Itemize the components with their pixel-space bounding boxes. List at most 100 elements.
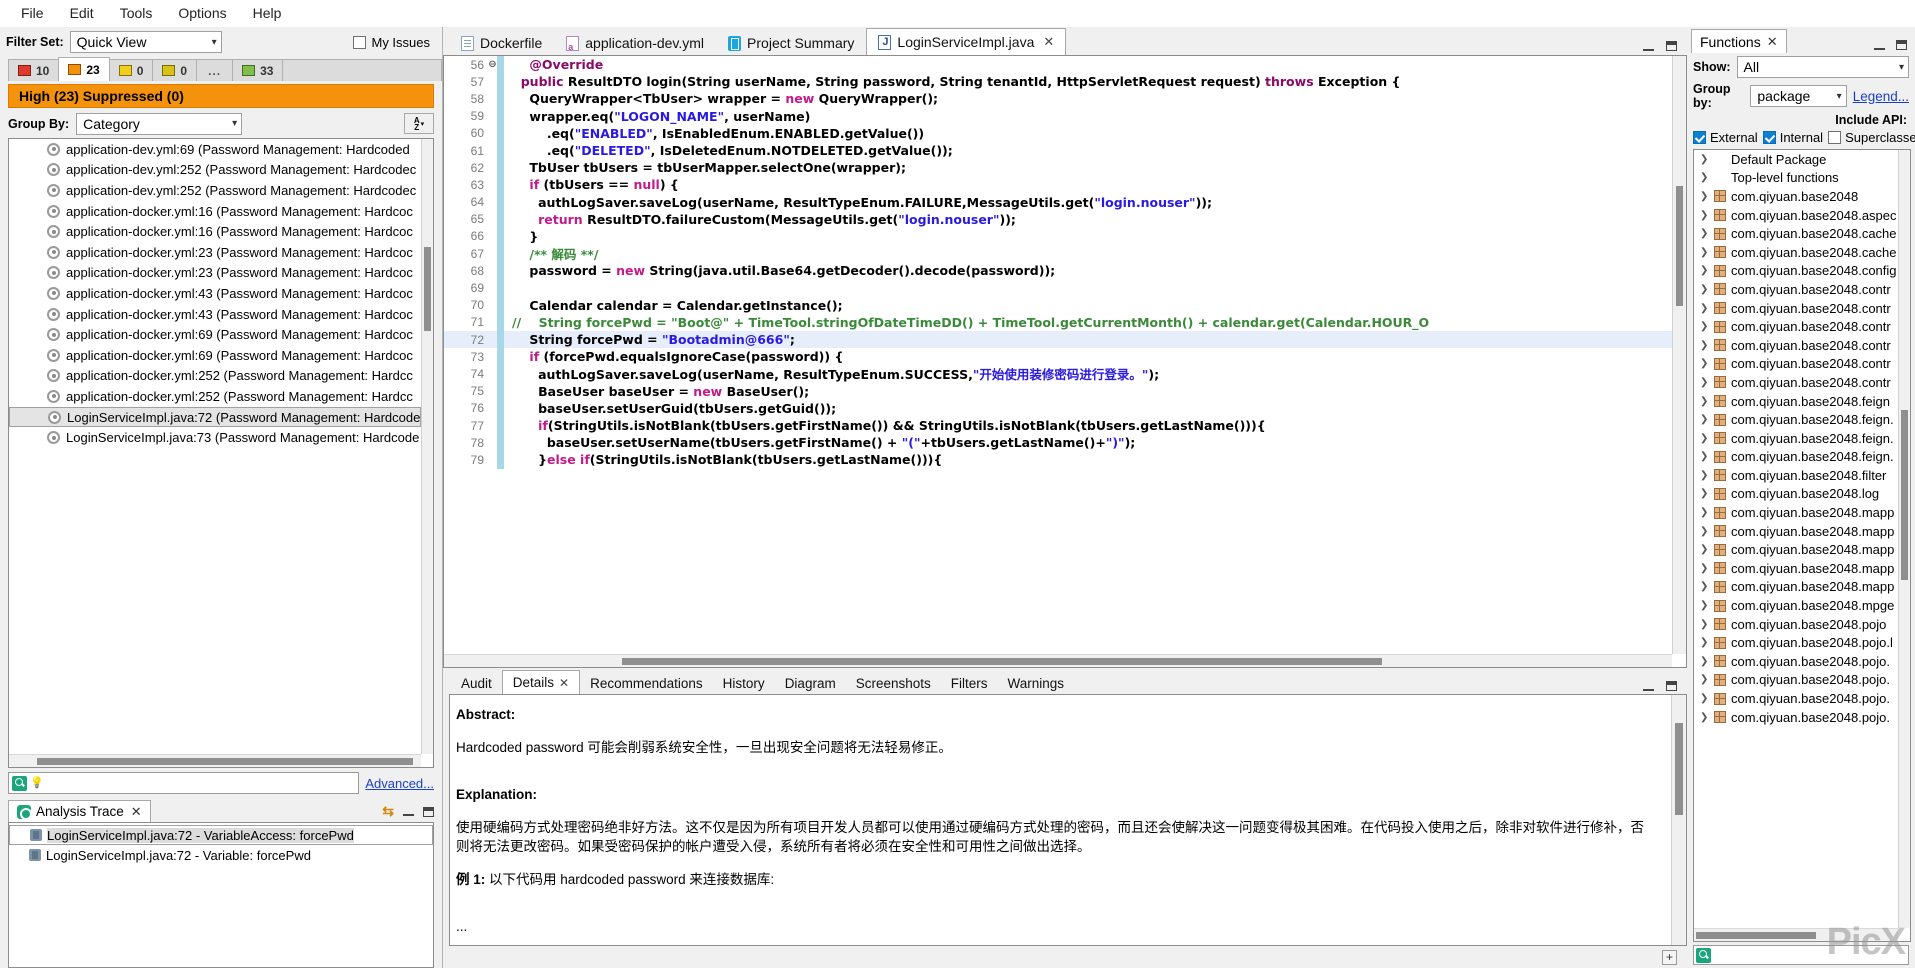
- zoom-in-button[interactable]: +: [1662, 949, 1677, 965]
- chevron-right-icon[interactable]: ❯: [1700, 600, 1714, 611]
- details-tab-recommendations[interactable]: Recommendations: [580, 672, 713, 694]
- scrollbar-thumb[interactable]: [424, 247, 431, 331]
- close-icon[interactable]: ✕: [559, 676, 569, 690]
- chevron-right-icon[interactable]: ❯: [1700, 526, 1714, 537]
- functions-tree-item[interactable]: ❯ com.qiyuan.base2048.mpge: [1694, 596, 1898, 615]
- checkbox-external[interactable]: External: [1693, 130, 1758, 145]
- functions-tree-item[interactable]: ❯ com.qiyuan.base2048.pojo.: [1694, 708, 1898, 727]
- chevron-right-icon[interactable]: ❯: [1700, 451, 1714, 462]
- details-tab-details[interactable]: Details ✕: [501, 670, 581, 694]
- functions-tree-item[interactable]: ❯ com.qiyuan.base2048.mapp: [1694, 578, 1898, 597]
- severity-tab-more[interactable]: ...: [196, 59, 234, 81]
- chevron-right-icon[interactable]: ❯: [1700, 228, 1714, 239]
- functions-tree-item[interactable]: ❯ com.qiyuan.base2048.filter: [1694, 466, 1898, 485]
- details-tab-audit[interactable]: Audit: [451, 672, 502, 694]
- functions-tree[interactable]: ❯ Default Package ❯ Top-level functions ❯ com…: [1693, 149, 1911, 942]
- editor-tab-dockerfile[interactable]: Dockerfile: [449, 30, 555, 55]
- minimize-icon[interactable]: [1643, 42, 1654, 51]
- editor-tab-project-summary[interactable]: Project Summary: [716, 30, 867, 55]
- details-tab-warnings[interactable]: Warnings: [997, 672, 1075, 694]
- issue-list-item[interactable]: application-docker.yml:252 (Password Man…: [9, 366, 421, 387]
- chevron-right-icon[interactable]: ❯: [1700, 488, 1714, 499]
- chevron-right-icon[interactable]: ❯: [1700, 712, 1714, 723]
- editor-horizontal-scrollbar[interactable]: [444, 654, 1672, 667]
- functions-tree-item[interactable]: ❯ com.qiyuan.base2048.aspec: [1694, 206, 1898, 225]
- functions-tree-item[interactable]: ❯ com.qiyuan.base2048.pojo: [1694, 615, 1898, 634]
- legend-link[interactable]: Legend...: [1853, 89, 1909, 104]
- checkbox-icon[interactable]: [1828, 131, 1842, 144]
- functions-tree-item[interactable]: ❯ com.qiyuan.base2048.mapp: [1694, 522, 1898, 541]
- menu-edit[interactable]: Edit: [57, 2, 107, 24]
- chevron-right-icon[interactable]: ❯: [1700, 507, 1714, 518]
- chevron-right-icon[interactable]: ❯: [1700, 154, 1714, 165]
- chevron-right-icon[interactable]: ❯: [1700, 303, 1714, 314]
- functions-tree-item[interactable]: ❯ com.qiyuan.base2048: [1694, 187, 1898, 206]
- issue-list-item[interactable]: application-docker.yml:16 (Password Mana…: [9, 221, 421, 242]
- functions-tree-item[interactable]: ❯ com.qiyuan.base2048.mapp: [1694, 559, 1898, 578]
- functions-tree-item[interactable]: ❯ com.qiyuan.base2048.contr: [1694, 317, 1898, 336]
- chevron-right-icon[interactable]: ❯: [1700, 321, 1714, 332]
- scrollbar-thumb[interactable]: [37, 758, 413, 765]
- scrollbar-thumb[interactable]: [1676, 186, 1683, 306]
- chevron-right-icon[interactable]: ❯: [1700, 396, 1714, 407]
- checkbox-icon[interactable]: [1693, 131, 1706, 144]
- chevron-right-icon[interactable]: ❯: [1700, 172, 1714, 183]
- chevron-right-icon[interactable]: ❯: [1700, 191, 1714, 202]
- issue-list-item[interactable]: application-docker.yml:69 (Password Mana…: [9, 345, 421, 366]
- tab-analysis-trace[interactable]: Analysis Trace ✕: [8, 800, 151, 822]
- issue-list-item[interactable]: LoginServiceImpl.java:72 (Password Manag…: [9, 406, 421, 428]
- maximize-icon[interactable]: [1666, 681, 1677, 691]
- swap-arrows-icon[interactable]: ⇆: [382, 803, 394, 820]
- issue-list-item[interactable]: application-docker.yml:69 (Password Mana…: [9, 324, 421, 345]
- issue-list-item[interactable]: application-docker.yml:43 (Password Mana…: [9, 304, 421, 325]
- sort-order-button[interactable]: AZ ▾: [404, 113, 434, 134]
- functions-tree-item[interactable]: ❯ com.qiyuan.base2048.pojo.l: [1694, 633, 1898, 652]
- chevron-right-icon[interactable]: ❯: [1700, 619, 1714, 630]
- menu-file[interactable]: File: [8, 2, 57, 24]
- functions-tree-item[interactable]: ❯ com.qiyuan.base2048.feign.: [1694, 429, 1898, 448]
- chevron-right-icon[interactable]: ❯: [1700, 210, 1714, 221]
- maximize-icon[interactable]: [1896, 40, 1907, 50]
- checkbox-internal[interactable]: Internal: [1762, 130, 1823, 145]
- functions-tree-item[interactable]: ❯ com.qiyuan.base2048.feign.: [1694, 448, 1898, 467]
- functions-tree-item[interactable]: ❯ com.qiyuan.base2048.contr: [1694, 355, 1898, 374]
- chevron-right-icon[interactable]: ❯: [1700, 433, 1714, 444]
- chevron-right-icon[interactable]: ❯: [1700, 470, 1714, 481]
- chevron-right-icon[interactable]: ❯: [1700, 247, 1714, 258]
- functions-tree-item[interactable]: ❯ Default Package: [1694, 150, 1898, 169]
- menu-help[interactable]: Help: [240, 2, 295, 24]
- close-icon[interactable]: ✕: [1043, 34, 1054, 50]
- functions-tree-item[interactable]: ❯ com.qiyuan.base2048.pojo.: [1694, 689, 1898, 708]
- menu-tools[interactable]: Tools: [107, 2, 166, 24]
- advanced-search-link[interactable]: Advanced...: [365, 776, 434, 791]
- details-tab-history[interactable]: History: [712, 672, 775, 694]
- menu-options[interactable]: Options: [165, 2, 239, 24]
- group-by-dropdown[interactable]: Category ▾: [76, 112, 243, 135]
- details-content[interactable]: Abstract: Hardcoded password 可能会削弱系统安全性，…: [449, 694, 1687, 946]
- close-icon[interactable]: ✕: [131, 804, 142, 820]
- analysis-trace-list[interactable]: LoginServiceImpl.java:72 - VariableAcces…: [8, 822, 434, 968]
- issues-vertical-scrollbar[interactable]: [421, 139, 433, 754]
- editor-tab-application-dev-yml[interactable]: application-dev.yml: [554, 30, 717, 55]
- editor-tab-loginserviceimpl-java[interactable]: LoginServiceImpl.java ✕: [866, 28, 1067, 55]
- minimize-icon[interactable]: [1643, 682, 1654, 691]
- issue-list-item[interactable]: application-docker.yml:23 (Password Mana…: [9, 263, 421, 284]
- issues-list[interactable]: application-dev.yml:69 (Password Managem…: [8, 138, 434, 768]
- details-tab-filters[interactable]: Filters: [940, 672, 998, 694]
- functions-tree-item[interactable]: ❯ com.qiyuan.base2048.mapp: [1694, 540, 1898, 559]
- editor-vertical-scrollbar[interactable]: [1672, 56, 1686, 654]
- functions-group-by-dropdown[interactable]: package ▾: [1750, 85, 1847, 107]
- issue-search-input[interactable]: 💡: [8, 772, 360, 794]
- checkbox-superclasses[interactable]: Superclasse: [1828, 130, 1915, 145]
- close-icon[interactable]: ✕: [1767, 34, 1778, 50]
- chevron-right-icon[interactable]: ❯: [1700, 563, 1714, 574]
- chevron-right-icon[interactable]: ❯: [1700, 265, 1714, 276]
- my-issues-toggle[interactable]: My Issues: [353, 35, 436, 50]
- show-dropdown[interactable]: All ▾: [1736, 56, 1909, 78]
- functions-tree-item[interactable]: ❯ com.qiyuan.base2048.config: [1694, 262, 1898, 281]
- issue-list-item[interactable]: application-docker.yml:16 (Password Mana…: [9, 201, 421, 222]
- chevron-right-icon[interactable]: ❯: [1700, 544, 1714, 555]
- fold-icon[interactable]: ⊖: [488, 59, 497, 70]
- severity-tab-info[interactable]: 33: [232, 59, 284, 81]
- functions-tree-item[interactable]: ❯ com.qiyuan.base2048.pojo.: [1694, 652, 1898, 671]
